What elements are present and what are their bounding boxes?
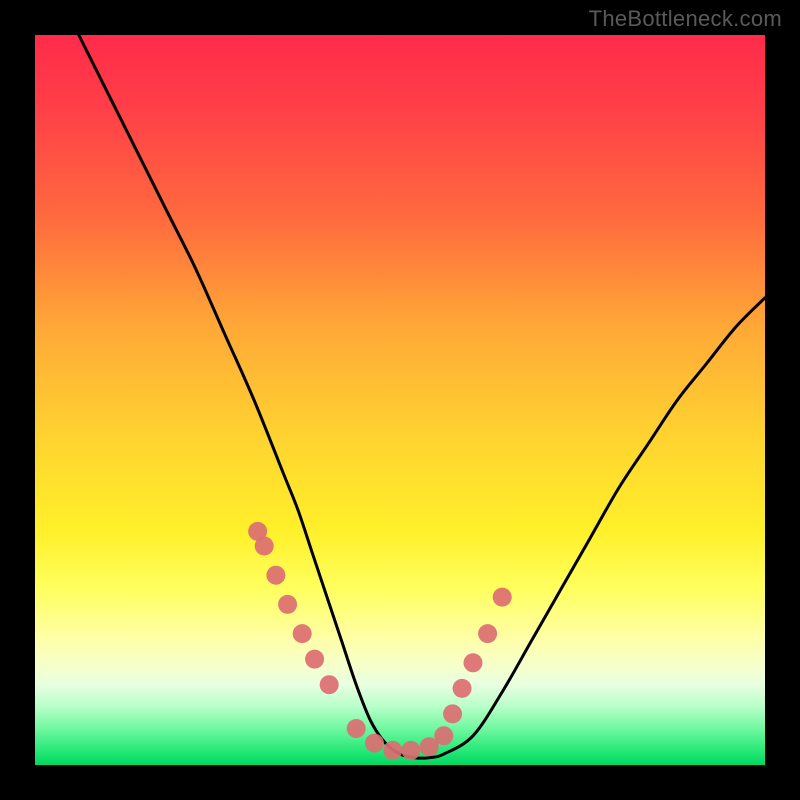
highlight-dot (453, 679, 472, 698)
highlight-dot (383, 741, 402, 760)
highlight-dot (305, 650, 324, 669)
highlight-dot (478, 624, 497, 643)
highlight-dot (434, 726, 453, 745)
highlight-dot (493, 588, 512, 607)
watermark-text: TheBottleneck.com (589, 6, 782, 32)
plot-area (35, 35, 765, 765)
highlight-dot (266, 566, 285, 585)
highlight-dot (365, 734, 384, 753)
highlight-dot (401, 741, 420, 760)
bottleneck-curve (79, 35, 765, 758)
highlight-dot (293, 624, 312, 643)
highlight-dots (248, 522, 512, 760)
curve-svg (35, 35, 765, 765)
highlight-dot (464, 653, 483, 672)
highlight-dot (278, 595, 297, 614)
highlight-dot (347, 719, 366, 738)
highlight-dot (443, 704, 462, 723)
highlight-dot (320, 675, 339, 694)
highlight-dot (255, 537, 274, 556)
chart-frame: TheBottleneck.com (0, 0, 800, 800)
